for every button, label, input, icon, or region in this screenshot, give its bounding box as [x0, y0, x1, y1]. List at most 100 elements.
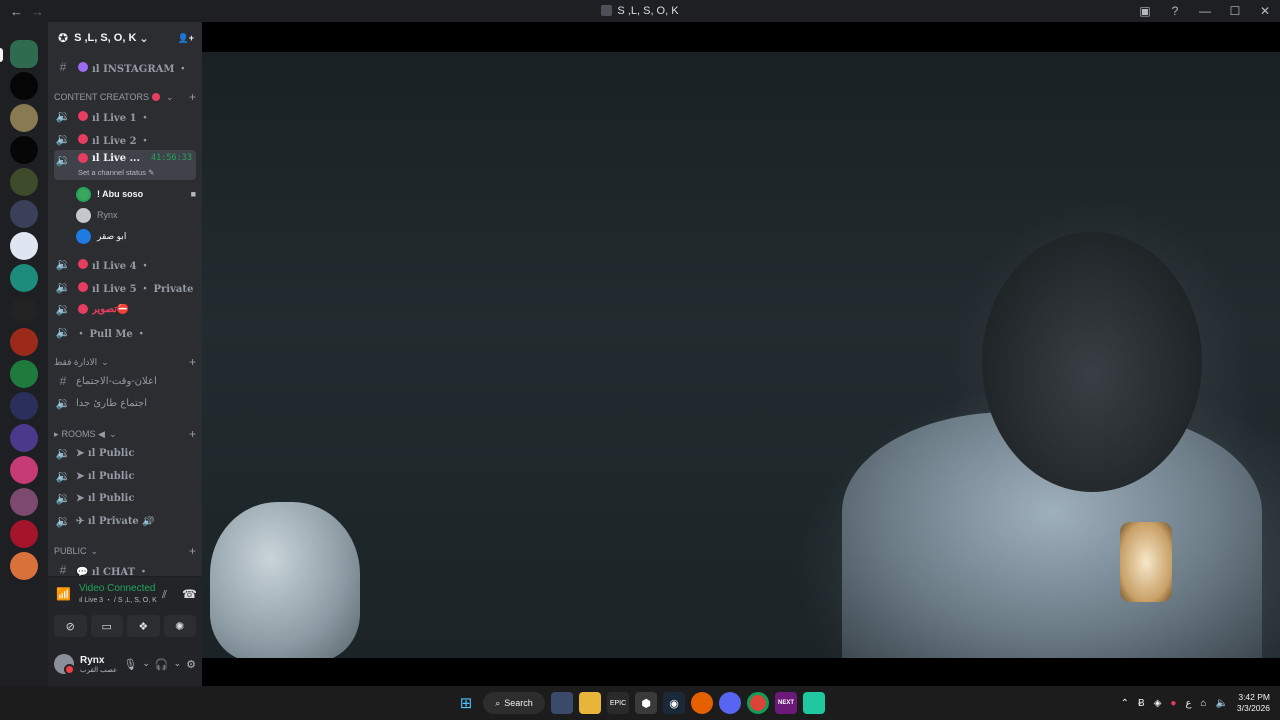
voice-user[interactable]: ! Abu soso ■	[76, 184, 196, 204]
chevron-down-icon[interactable]: ⌄	[142, 658, 150, 671]
chrome-icon[interactable]	[747, 692, 769, 714]
voice-channel-live-3[interactable]: 🔉 ıl Live ... 41:56:33 Set a channel sta…	[54, 150, 196, 180]
server-icon[interactable]	[10, 264, 38, 292]
server-icon[interactable]	[10, 552, 38, 580]
chevron-up-icon[interactable]: ⌃	[1121, 698, 1129, 709]
server-icon[interactable]	[10, 488, 38, 516]
server-icon[interactable]	[10, 456, 38, 484]
noise-suppression-icon[interactable]: ⫽	[162, 589, 167, 602]
voice-location[interactable]: ıl Live 3 ・ / S ,L, S, O, K	[79, 595, 157, 605]
back-arrow-icon[interactable]: ←	[10, 4, 23, 19]
microphone-icon[interactable]: ●	[1170, 698, 1176, 709]
category-public[interactable]: PUBLIC ⌄ +	[54, 544, 196, 558]
headphones-icon[interactable]: 🎧	[155, 658, 169, 671]
add-channel-icon[interactable]: +	[189, 427, 196, 441]
server-icon-active[interactable]	[10, 40, 38, 68]
server-icon[interactable]	[10, 232, 38, 260]
server-header[interactable]: ✪ S ,L, S, O, K ⌄ 👤+	[48, 22, 202, 54]
widgets-icon[interactable]	[551, 692, 573, 714]
server-icon[interactable]	[10, 424, 38, 452]
server-icon[interactable]	[10, 360, 38, 388]
voice-channel-live-5[interactable]: 🔉 ıl Live 5 ・ Private	[54, 277, 196, 297]
network-icon[interactable]: ⌂	[1200, 698, 1206, 709]
clock[interactable]: 3:42 PM 3/3/2026	[1237, 692, 1270, 714]
disconnect-icon[interactable]: ☎	[182, 587, 197, 601]
camera-toggle-button[interactable]: ⊘	[54, 615, 87, 637]
chevron-down-icon: ⌄	[166, 91, 174, 102]
invite-icon[interactable]: 👤+	[178, 33, 194, 44]
volume-icon[interactable]: 🔈	[1215, 698, 1227, 709]
activities-button[interactable]: ❖	[127, 615, 160, 637]
app-tray-icon[interactable]: ◈	[1154, 698, 1162, 709]
windows-start-icon[interactable]: ⊞	[455, 692, 477, 714]
add-channel-icon[interactable]: +	[189, 90, 196, 104]
app-tray-icon[interactable]: Ƀ	[1138, 698, 1145, 709]
server-icon[interactable]	[10, 296, 38, 324]
category-admin[interactable]: الادارة فقط ⌄ +	[54, 355, 196, 369]
window-controls: ▣ ? — ☐ ✕	[1130, 0, 1280, 22]
avatar[interactable]	[54, 654, 75, 675]
voice-channel-pull-me[interactable]: 🔉 ・ Pull Me ・	[54, 322, 196, 342]
close-icon[interactable]: ✕	[1250, 4, 1280, 18]
channel-instagram[interactable]: # ıl INSTAGRAM ・	[54, 57, 196, 77]
server-icon[interactable]	[10, 72, 38, 100]
language-indicator[interactable]: ع	[1185, 698, 1191, 709]
firefox-icon[interactable]	[691, 692, 713, 714]
window-titlebar: ← → S ,L, S, O, K ▣ ? — ☐ ✕	[0, 0, 1280, 22]
file-explorer-icon[interactable]	[579, 692, 601, 714]
server-icon[interactable]	[10, 200, 38, 228]
settings-gear-icon[interactable]: ⚙	[186, 658, 196, 671]
video-stage	[202, 22, 1280, 686]
video-mug	[1120, 522, 1172, 602]
category-rooms[interactable]: ▸ ROOMS ◀ ⌄ +	[54, 427, 196, 441]
soundboard-button[interactable]: ✺	[163, 615, 196, 637]
voice-status-title[interactable]: Video Connected	[79, 583, 157, 594]
voice-channel-live-4[interactable]: 🔉 ıl Live 4 ・	[54, 254, 196, 274]
channel-announce[interactable]: # اعلان-وقت-الاجتماع	[54, 371, 196, 391]
server-icon[interactable]	[10, 136, 38, 164]
voice-channel-public[interactable]: 🔉 ➤ ıl Public	[54, 466, 196, 486]
voice-channel-photo[interactable]: 🔉 تصوير⛔	[54, 299, 196, 319]
app-icon[interactable]: ⬢	[635, 692, 657, 714]
server-icon[interactable]	[10, 104, 38, 132]
microphone-icon[interactable]: 🎙	[123, 658, 137, 671]
next-app-icon[interactable]: NEXT	[775, 692, 797, 714]
discord-icon[interactable]	[719, 692, 741, 714]
hash-icon: #	[59, 60, 67, 74]
voice-user[interactable]: Rynx	[76, 205, 196, 225]
epic-games-icon[interactable]: EPIC	[607, 692, 629, 714]
video-feed[interactable]	[202, 52, 1280, 658]
add-channel-icon[interactable]: +	[189, 544, 196, 558]
help-icon[interactable]: ?	[1160, 4, 1190, 18]
nav-buttons: ← →	[10, 4, 44, 19]
voice-channel-live-2[interactable]: 🔉 ıl Live 2 ・	[54, 129, 196, 149]
forward-arrow-icon[interactable]: →	[31, 4, 44, 19]
speaker-icon: 🔉	[55, 469, 71, 483]
voice-channel-public[interactable]: 🔉 ➤ ıl Public	[54, 443, 196, 463]
speaker-icon: 🔉	[55, 153, 71, 167]
inbox-icon[interactable]: ▣	[1130, 4, 1160, 18]
server-icon[interactable]	[10, 328, 38, 356]
voice-user[interactable]: ابو صقر	[76, 226, 196, 246]
os-taskbar: ⊞ ⌕ Search EPIC ⬢ ◉ NEXT ⌃ Ƀ ◈ ● ع ⌂ 🔈 3…	[0, 686, 1280, 720]
chevron-down-icon: ⌄	[101, 356, 109, 367]
add-channel-icon[interactable]: +	[189, 355, 196, 369]
voice-channel-public[interactable]: 🔉 ➤ ıl Public	[54, 488, 196, 508]
maximize-icon[interactable]: ☐	[1220, 4, 1250, 18]
server-icon[interactable]	[10, 520, 38, 548]
voice-channel-live-1[interactable]: 🔉 ıl Live 1 ・	[54, 106, 196, 126]
channel-status-hint[interactable]: Set a channel status ✎	[78, 168, 154, 177]
minimize-icon[interactable]: —	[1190, 4, 1220, 18]
category-content-creators[interactable]: CONTENT CREATORS ⌄ +	[54, 90, 196, 104]
voice-channel-private[interactable]: 🔉 ✈ ıl Private 🔊	[54, 511, 196, 531]
chevron-down-icon[interactable]: ⌄	[174, 658, 182, 671]
server-icon[interactable]	[10, 168, 38, 196]
screen-share-button[interactable]: ▭	[90, 615, 123, 637]
voice-channel-meeting[interactable]: 🔉 اجتماع طارئ جدا	[54, 393, 196, 413]
user-panel: Rynx عصب القرب 🎙 ⌄ 🎧 ⌄ ⚙	[48, 642, 202, 686]
voice-user-name: Rynx	[97, 210, 118, 220]
app-icon[interactable]	[803, 692, 825, 714]
server-icon[interactable]	[10, 392, 38, 420]
steam-icon[interactable]: ◉	[663, 692, 685, 714]
taskbar-search[interactable]: ⌕ Search	[483, 692, 545, 714]
